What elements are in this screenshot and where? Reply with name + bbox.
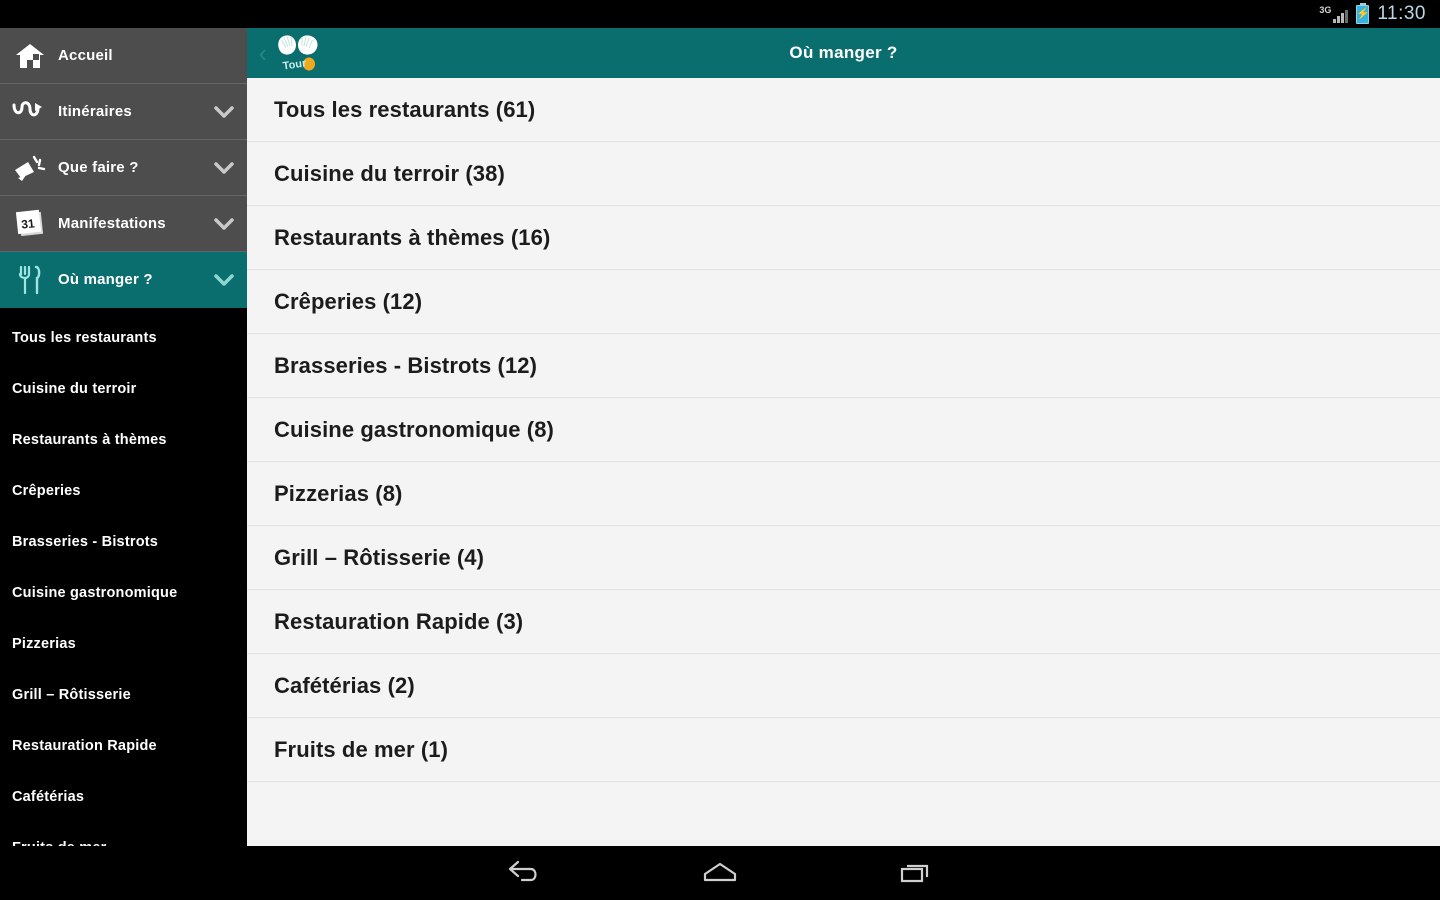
shell-logo-icon[interactable]: Tour (275, 28, 323, 78)
battery-charging-icon: ⚡ (1356, 2, 1370, 24)
list-item-label: Restauration Rapide (3) (274, 608, 524, 634)
list-item[interactable]: Cafétérias (2) (247, 654, 1440, 718)
list-item-label: Cuisine du terroir (38) (274, 160, 505, 186)
route-icon (8, 92, 52, 132)
sidebar-item-ou-manger[interactable]: Où manger ? (0, 252, 247, 308)
list-item-label: Tous les restaurants (61) (274, 96, 536, 122)
sidebar-item-que-faire[interactable]: Que faire ? (0, 140, 247, 196)
submenu-item[interactable]: Crêperies (0, 465, 247, 516)
recents-icon[interactable] (888, 851, 944, 895)
chevron-left-icon[interactable]: ‹ (251, 28, 275, 78)
home-icon[interactable] (692, 851, 748, 895)
sidebar-item-accueil[interactable]: Accueil (0, 28, 247, 84)
submenu-item[interactable]: Grill – Rôtisserie (0, 669, 247, 720)
list-item-label: Fruits de mer (1) (274, 736, 449, 762)
sidebar-item-itineraires[interactable]: Itinéraires (0, 84, 247, 140)
page-title: Où manger ? (789, 43, 898, 62)
submenu-item[interactable]: Tous les restaurants (0, 312, 247, 363)
megaphone-icon (8, 148, 52, 188)
chevron-down-icon[interactable] (213, 157, 235, 179)
list-item-label: Cafétérias (2) (274, 672, 415, 698)
submenu-item[interactable]: Cafétérias (0, 771, 247, 822)
bolt-glyph: ⚡ (1356, 7, 1370, 20)
sidebar-item-label: Accueil (58, 47, 113, 64)
category-list: Tous les restaurants (61) Cuisine du ter… (247, 78, 1440, 846)
list-item-label: Grill – Rôtisserie (4) (274, 544, 485, 570)
list-item-label: Brasseries - Bistrots (12) (274, 352, 538, 378)
sidebar: Accueil Itinéraires Que faire ? 31 Manif… (0, 28, 247, 846)
sidebar-item-label: Manifestations (58, 215, 166, 232)
list-item-label: Restaurants à thèmes (16) (274, 224, 551, 250)
submenu-item[interactable]: Restaurants à thèmes (0, 414, 247, 465)
sidebar-item-label: Où manger ? (58, 271, 153, 288)
list-item[interactable]: Fruits de mer (1) (247, 718, 1440, 782)
submenu-item[interactable]: Fruits de mer (0, 822, 247, 847)
status-bar-clock: 11:30 (1377, 3, 1426, 24)
list-item[interactable]: Crêperies (12) (247, 270, 1440, 334)
submenu-item[interactable]: Cuisine gastronomique (0, 567, 247, 618)
sidebar-item-label: Que faire ? (58, 159, 139, 176)
list-item-label: Cuisine gastronomique (8) (274, 416, 554, 442)
submenu-item[interactable]: Restauration Rapide (0, 720, 247, 771)
app-bar: ‹ Tour Où manger ? (247, 28, 1440, 78)
network-status: 3G (1319, 5, 1349, 23)
list-item[interactable]: Pizzerias (8) (247, 462, 1440, 526)
list-item[interactable]: Tous les restaurants (61) (247, 78, 1440, 142)
logo-text: Tour (282, 57, 308, 72)
submenu-item[interactable]: Brasseries - Bistrots (0, 516, 247, 567)
list-item-label: Pizzerias (8) (274, 480, 403, 506)
calendar-icon: 31 (8, 204, 52, 244)
android-navigation-bar (0, 846, 1440, 900)
list-item[interactable]: Restaurants à thèmes (16) (247, 206, 1440, 270)
sidebar-item-label: Itinéraires (58, 103, 132, 120)
chevron-down-icon[interactable] (213, 213, 235, 235)
signal-bars-icon (1333, 9, 1349, 23)
list-item[interactable]: Cuisine du terroir (38) (247, 142, 1440, 206)
submenu-item[interactable]: Pizzerias (0, 618, 247, 669)
status-bar: 3G ⚡ 11:30 (0, 0, 1440, 28)
home-icon (8, 36, 52, 76)
list-item[interactable]: Cuisine gastronomique (8) (247, 398, 1440, 462)
list-empty-space (247, 782, 1440, 846)
list-item-label: Crêperies (12) (274, 288, 423, 314)
svg-text:31: 31 (21, 216, 36, 231)
cutlery-icon (8, 260, 52, 300)
back-icon[interactable] (496, 851, 552, 895)
chevron-down-icon[interactable] (213, 269, 235, 291)
network-type-label: 3G (1319, 5, 1332, 15)
sidebar-item-manifestations[interactable]: 31 Manifestations (0, 196, 247, 252)
sidebar-submenu: Tous les restaurants Cuisine du terroir … (0, 308, 247, 846)
list-item[interactable]: Restauration Rapide (3) (247, 590, 1440, 654)
submenu-item[interactable]: Cuisine du terroir (0, 363, 247, 414)
list-item[interactable]: Brasseries - Bistrots (12) (247, 334, 1440, 398)
chevron-down-icon[interactable] (213, 101, 235, 123)
main-content: ‹ Tour Où manger ? Tous les restaurants … (247, 28, 1440, 846)
list-item[interactable]: Grill – Rôtisserie (4) (247, 526, 1440, 590)
